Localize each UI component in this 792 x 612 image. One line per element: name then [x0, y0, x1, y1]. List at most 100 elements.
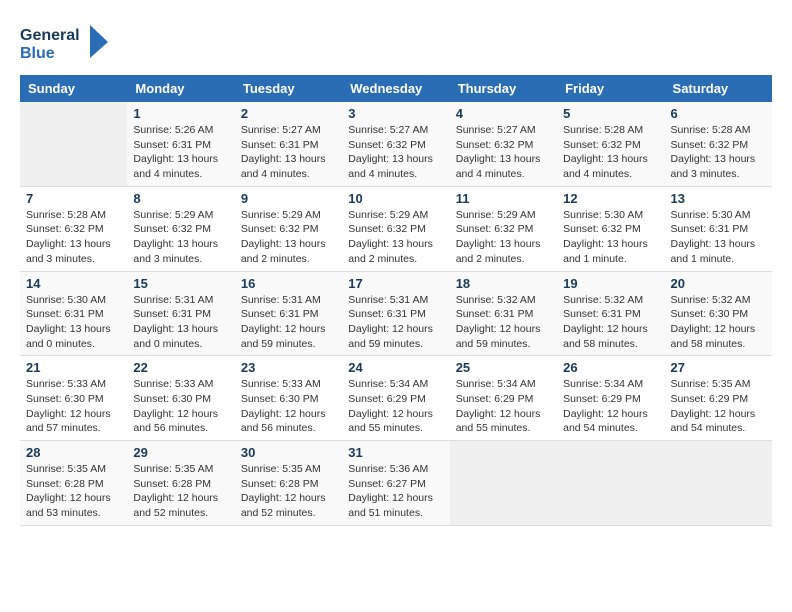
day-cell: 29Sunrise: 5:35 AMSunset: 6:28 PMDayligh… — [127, 441, 234, 526]
header-sunday: Sunday — [20, 75, 127, 102]
day-number: 22 — [133, 360, 228, 375]
day-cell: 23 Sunrise: 5:33 AMSunset: 6:30 PMDayligh… — [235, 356, 342, 441]
day-info: Sunrise: 5:30 AMSunset: 6:31 PMDaylight:… — [26, 293, 121, 352]
day-number: 25 — [456, 360, 551, 375]
header-tuesday: Tuesday — [235, 75, 342, 102]
day-info: Sunrise: 5:30 AMSunset: 6:31 PMDaylight:… — [671, 208, 766, 267]
day-number: 26 — [563, 360, 658, 375]
day-number: 16 — [241, 276, 336, 291]
day-number: 23 — [241, 360, 336, 375]
header-monday: Monday — [127, 75, 234, 102]
day-number: 30 — [241, 445, 336, 460]
day-cell: 2Sunrise: 5:27 AMSunset: 6:31 PMDaylight… — [235, 102, 342, 186]
header-saturday: Saturday — [665, 75, 772, 102]
day-info: Sunrise: 5:26 AMSunset: 6:31 PMDaylight:… — [133, 123, 228, 182]
day-cell: 10Sunrise: 5:29 AMSunset: 6:32 PMDayligh… — [342, 186, 449, 271]
day-number: 1 — [133, 106, 228, 121]
day-number: 9 — [241, 191, 336, 206]
day-number: 11 — [456, 191, 551, 206]
day-info: Sunrise: 5:34 AMSunset: 6:29 PMDaylight:… — [456, 377, 551, 436]
day-cell: 24 Sunrise: 5:34 AMSunset: 6:29 PMDayligh… — [342, 356, 449, 441]
day-cell: 9 Sunrise: 5:29 AMSunset: 6:32 PMDaylight… — [235, 186, 342, 271]
day-info: Sunrise: 5:29 AMSunset: 6:32 PMDaylight:… — [456, 208, 551, 267]
day-number: 24 — [348, 360, 443, 375]
logo-svg: GeneralBlue — [20, 20, 110, 65]
day-cell: 7 Sunrise: 5:28 AMSunset: 6:32 PMDaylight… — [20, 186, 127, 271]
day-cell: 16 Sunrise: 5:31 AMSunset: 6:31 PMDayligh… — [235, 271, 342, 356]
day-cell: 1 Sunrise: 5:26 AMSunset: 6:31 PMDaylight… — [127, 102, 234, 186]
day-cell: 31 Sunrise: 5:36 AMSunset: 6:27 PMDayligh… — [342, 441, 449, 526]
day-info: Sunrise: 5:32 AMSunset: 6:31 PMDaylight:… — [563, 293, 658, 352]
day-number: 14 — [26, 276, 121, 291]
day-number: 29 — [133, 445, 228, 460]
week-row-3: 14 Sunrise: 5:30 AMSunset: 6:31 PMDayligh… — [20, 271, 772, 356]
day-number: 31 — [348, 445, 443, 460]
day-number: 3 — [348, 106, 443, 121]
day-number: 17 — [348, 276, 443, 291]
day-info: Sunrise: 5:33 AMSunset: 6:30 PMDaylight:… — [133, 377, 228, 436]
day-info: Sunrise: 5:28 AMSunset: 6:32 PMDaylight:… — [563, 123, 658, 182]
day-number: 18 — [456, 276, 551, 291]
day-cell — [557, 441, 664, 526]
day-cell: 12Sunrise: 5:30 AMSunset: 6:32 PMDayligh… — [557, 186, 664, 271]
day-number: 15 — [133, 276, 228, 291]
day-number: 5 — [563, 106, 658, 121]
day-info: Sunrise: 5:32 AMSunset: 6:30 PMDaylight:… — [671, 293, 766, 352]
day-cell: 13Sunrise: 5:30 AMSunset: 6:31 PMDayligh… — [665, 186, 772, 271]
day-cell: 20 Sunrise: 5:32 AMSunset: 6:30 PMDayligh… — [665, 271, 772, 356]
day-cell: 26 Sunrise: 5:34 AMSunset: 6:29 PMDayligh… — [557, 356, 664, 441]
header-friday: Friday — [557, 75, 664, 102]
day-info: Sunrise: 5:35 AMSunset: 6:29 PMDaylight:… — [671, 377, 766, 436]
day-number: 20 — [671, 276, 766, 291]
day-info: Sunrise: 5:28 AMSunset: 6:32 PMDaylight:… — [671, 123, 766, 182]
day-cell: 22 Sunrise: 5:33 AMSunset: 6:30 PMDayligh… — [127, 356, 234, 441]
day-number: 4 — [456, 106, 551, 121]
day-info: Sunrise: 5:29 AMSunset: 6:32 PMDaylight:… — [241, 208, 336, 267]
svg-text:General: General — [20, 27, 80, 44]
day-cell: 30Sunrise: 5:35 AMSunset: 6:28 PMDayligh… — [235, 441, 342, 526]
calendar-table: SundayMondayTuesdayWednesdayThursdayFrid… — [20, 75, 772, 526]
day-cell: 11 Sunrise: 5:29 AMSunset: 6:32 PMDayligh… — [450, 186, 557, 271]
day-info: Sunrise: 5:31 AMSunset: 6:31 PMDaylight:… — [133, 293, 228, 352]
day-cell: 18 Sunrise: 5:32 AMSunset: 6:31 PMDayligh… — [450, 271, 557, 356]
day-info: Sunrise: 5:34 AMSunset: 6:29 PMDaylight:… — [563, 377, 658, 436]
day-cell: 14 Sunrise: 5:30 AMSunset: 6:31 PMDayligh… — [20, 271, 127, 356]
day-number: 19 — [563, 276, 658, 291]
day-cell: 25 Sunrise: 5:34 AMSunset: 6:29 PMDayligh… — [450, 356, 557, 441]
week-row-5: 28 Sunrise: 5:35 AMSunset: 6:28 PMDayligh… — [20, 441, 772, 526]
day-cell: 8Sunrise: 5:29 AMSunset: 6:32 PMDaylight… — [127, 186, 234, 271]
day-number: 12 — [563, 191, 658, 206]
week-row-4: 21Sunrise: 5:33 AMSunset: 6:30 PMDayligh… — [20, 356, 772, 441]
day-info: Sunrise: 5:36 AMSunset: 6:27 PMDaylight:… — [348, 462, 443, 521]
day-info: Sunrise: 5:27 AMSunset: 6:32 PMDaylight:… — [456, 123, 551, 182]
svg-text:Blue: Blue — [20, 45, 55, 62]
day-number: 10 — [348, 191, 443, 206]
day-info: Sunrise: 5:35 AMSunset: 6:28 PMDaylight:… — [26, 462, 121, 521]
day-info: Sunrise: 5:28 AMSunset: 6:32 PMDaylight:… — [26, 208, 121, 267]
day-info: Sunrise: 5:34 AMSunset: 6:29 PMDaylight:… — [348, 377, 443, 436]
header-wednesday: Wednesday — [342, 75, 449, 102]
calendar-header-row: SundayMondayTuesdayWednesdayThursdayFrid… — [20, 75, 772, 102]
day-info: Sunrise: 5:29 AMSunset: 6:32 PMDaylight:… — [133, 208, 228, 267]
day-cell: 4 Sunrise: 5:27 AMSunset: 6:32 PMDaylight… — [450, 102, 557, 186]
day-info: Sunrise: 5:32 AMSunset: 6:31 PMDaylight:… — [456, 293, 551, 352]
day-info: Sunrise: 5:31 AMSunset: 6:31 PMDaylight:… — [348, 293, 443, 352]
day-number: 7 — [26, 191, 121, 206]
week-row-2: 7 Sunrise: 5:28 AMSunset: 6:32 PMDaylight… — [20, 186, 772, 271]
day-cell: 19 Sunrise: 5:32 AMSunset: 6:31 PMDayligh… — [557, 271, 664, 356]
day-info: Sunrise: 5:31 AMSunset: 6:31 PMDaylight:… — [241, 293, 336, 352]
day-number: 6 — [671, 106, 766, 121]
week-row-1: 1 Sunrise: 5:26 AMSunset: 6:31 PMDaylight… — [20, 102, 772, 186]
header-thursday: Thursday — [450, 75, 557, 102]
day-info: Sunrise: 5:27 AMSunset: 6:32 PMDaylight:… — [348, 123, 443, 182]
day-cell: 3 Sunrise: 5:27 AMSunset: 6:32 PMDaylight… — [342, 102, 449, 186]
day-number: 28 — [26, 445, 121, 460]
day-cell: 6 Sunrise: 5:28 AMSunset: 6:32 PMDaylight… — [665, 102, 772, 186]
day-number: 27 — [671, 360, 766, 375]
day-cell: 27 Sunrise: 5:35 AMSunset: 6:29 PMDayligh… — [665, 356, 772, 441]
day-cell — [665, 441, 772, 526]
day-info: Sunrise: 5:33 AMSunset: 6:30 PMDaylight:… — [241, 377, 336, 436]
day-cell — [450, 441, 557, 526]
logo: GeneralBlue — [20, 20, 110, 65]
day-info: Sunrise: 5:33 AMSunset: 6:30 PMDaylight:… — [26, 377, 121, 436]
